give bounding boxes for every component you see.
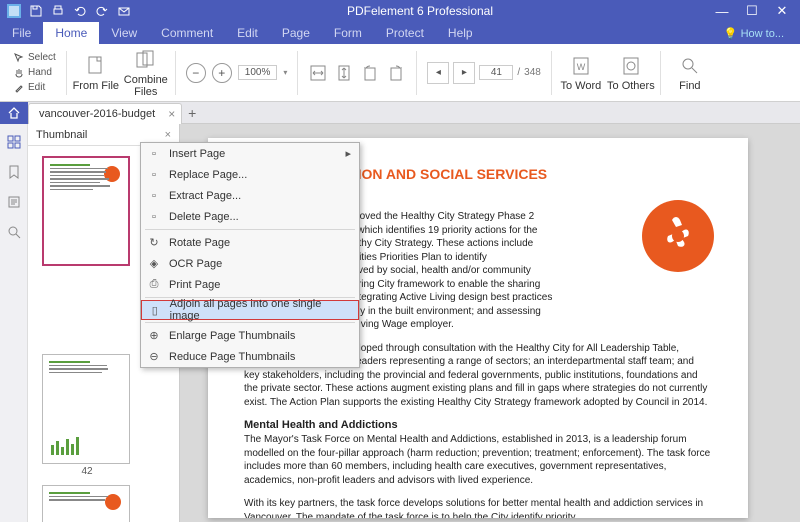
menu-protect[interactable]: Protect: [374, 22, 436, 44]
menu-view[interactable]: View: [99, 22, 149, 44]
menu-form[interactable]: Form: [322, 22, 374, 44]
fit-width-icon[interactable]: [308, 63, 328, 83]
enlarge-icon: ⊕: [147, 329, 161, 343]
thumbnail-title: Thumbnail: [36, 129, 87, 141]
document-tabs: vancouver-2016-budget× +: [0, 102, 800, 124]
close-button[interactable]: ✕: [768, 1, 796, 21]
ribbon: Select Hand Edit From File Combine Files…: [0, 44, 800, 102]
ctx-rotate-page[interactable]: ↻Rotate Page: [141, 232, 359, 253]
para-4: With its key partners, the task force de…: [244, 497, 712, 518]
ctx-insert-page[interactable]: ▫Insert Page▸: [141, 143, 359, 164]
combine-files-button[interactable]: Combine Files: [121, 48, 171, 98]
zoom-value[interactable]: 100%: [238, 65, 278, 80]
to-word-button[interactable]: W To Word: [556, 48, 606, 98]
search-icon: [678, 54, 702, 78]
fit-page-icon[interactable]: [334, 63, 354, 83]
prev-page-button[interactable]: ◂: [427, 62, 449, 84]
ctx-replace-page[interactable]: ▫Replace Page...: [141, 164, 359, 185]
howto-link[interactable]: 💡 How to...: [724, 27, 800, 40]
to-others-button[interactable]: To Others: [606, 48, 656, 98]
print-ctx-icon: ⎙: [147, 278, 161, 292]
app-title: PDFelement 6 Professional: [132, 4, 708, 18]
email-icon[interactable]: [116, 3, 132, 19]
para-3: The Mayor's Task Force on Mental Health …: [244, 433, 712, 487]
subhead-2: Mental Health and Addictions: [244, 419, 712, 431]
save-icon[interactable]: [28, 3, 44, 19]
select-tool[interactable]: Select: [14, 51, 56, 64]
replace-icon: ▫: [147, 168, 161, 182]
document-tab[interactable]: vancouver-2016-budget×: [28, 103, 182, 124]
hands-icon: [642, 200, 714, 272]
rotate-icon: ↻: [147, 236, 161, 250]
home-tab-button[interactable]: [0, 102, 28, 124]
side-strip: [0, 124, 28, 522]
ctx-ocr-page[interactable]: ◈OCR Page: [141, 253, 359, 274]
bookmark-icon[interactable]: [6, 164, 22, 180]
thumbnail-item[interactable]: [42, 156, 132, 266]
ctx-delete-page[interactable]: ▫Delete Page...: [141, 206, 359, 227]
menu-home[interactable]: Home: [43, 22, 99, 44]
ctx-extract-page[interactable]: ▫Extract Page...: [141, 185, 359, 206]
ctx-print-page[interactable]: ⎙Print Page: [141, 274, 359, 295]
minimize-button[interactable]: —: [708, 1, 736, 21]
extract-icon: ▫: [147, 189, 161, 203]
ocr-icon: ◈: [147, 257, 161, 271]
next-page-button[interactable]: ▸: [453, 62, 475, 84]
add-tab-button[interactable]: +: [182, 105, 202, 121]
ctx-reduce-thumbs[interactable]: ⊖Reduce Page Thumbnails: [141, 346, 359, 367]
search-side-icon[interactable]: [6, 224, 22, 240]
word-icon: W: [569, 54, 593, 78]
attachment-icon[interactable]: [6, 194, 22, 210]
menu-page[interactable]: Page: [270, 22, 322, 44]
ctx-adjoin-pages[interactable]: ▯Adjoin all pages into one single image: [141, 300, 359, 320]
hand-tool[interactable]: Hand: [14, 66, 56, 79]
thumbnail-item[interactable]: 42: [42, 354, 132, 477]
undo-icon[interactable]: [72, 3, 88, 19]
others-icon: [619, 54, 643, 78]
app-icon: [6, 3, 22, 19]
from-file-button[interactable]: From File: [71, 48, 121, 98]
ctx-enlarge-thumbs[interactable]: ⊕Enlarge Page Thumbnails: [141, 325, 359, 346]
print-icon[interactable]: [50, 3, 66, 19]
context-menu: ▫Insert Page▸ ▫Replace Page... ▫Extract …: [140, 142, 360, 368]
zoom-in-button[interactable]: +: [212, 63, 232, 83]
edit-tool[interactable]: Edit: [14, 81, 56, 94]
menu-file[interactable]: File: [0, 22, 43, 44]
page-number[interactable]: 41: [479, 65, 513, 80]
menubar: File Home View Comment Edit Page Form Pr…: [0, 22, 800, 44]
close-tab-icon[interactable]: ×: [168, 107, 175, 121]
thumbnails-icon[interactable]: [6, 134, 22, 150]
zoom-out-button[interactable]: −: [186, 63, 206, 83]
menu-comment[interactable]: Comment: [149, 22, 225, 44]
close-panel-icon[interactable]: ×: [165, 129, 171, 141]
reduce-icon: ⊖: [147, 350, 161, 364]
menu-help[interactable]: Help: [436, 22, 485, 44]
find-button[interactable]: Find: [665, 48, 715, 98]
adjoin-icon: ▯: [148, 303, 162, 317]
titlebar: PDFelement 6 Professional — ☐ ✕: [0, 0, 800, 22]
rotate-right-icon[interactable]: [386, 63, 406, 83]
delete-icon: ▫: [147, 210, 161, 224]
redo-icon[interactable]: [94, 3, 110, 19]
combine-icon: [134, 48, 158, 72]
thumbnail-item[interactable]: 43: [42, 485, 132, 522]
page-total: 348: [524, 67, 541, 78]
file-icon: [84, 54, 108, 78]
svg-text:W: W: [577, 62, 586, 72]
insert-icon: ▫: [147, 147, 161, 161]
rotate-left-icon[interactable]: [360, 63, 380, 83]
maximize-button[interactable]: ☐: [738, 1, 766, 21]
menu-edit[interactable]: Edit: [225, 22, 270, 44]
